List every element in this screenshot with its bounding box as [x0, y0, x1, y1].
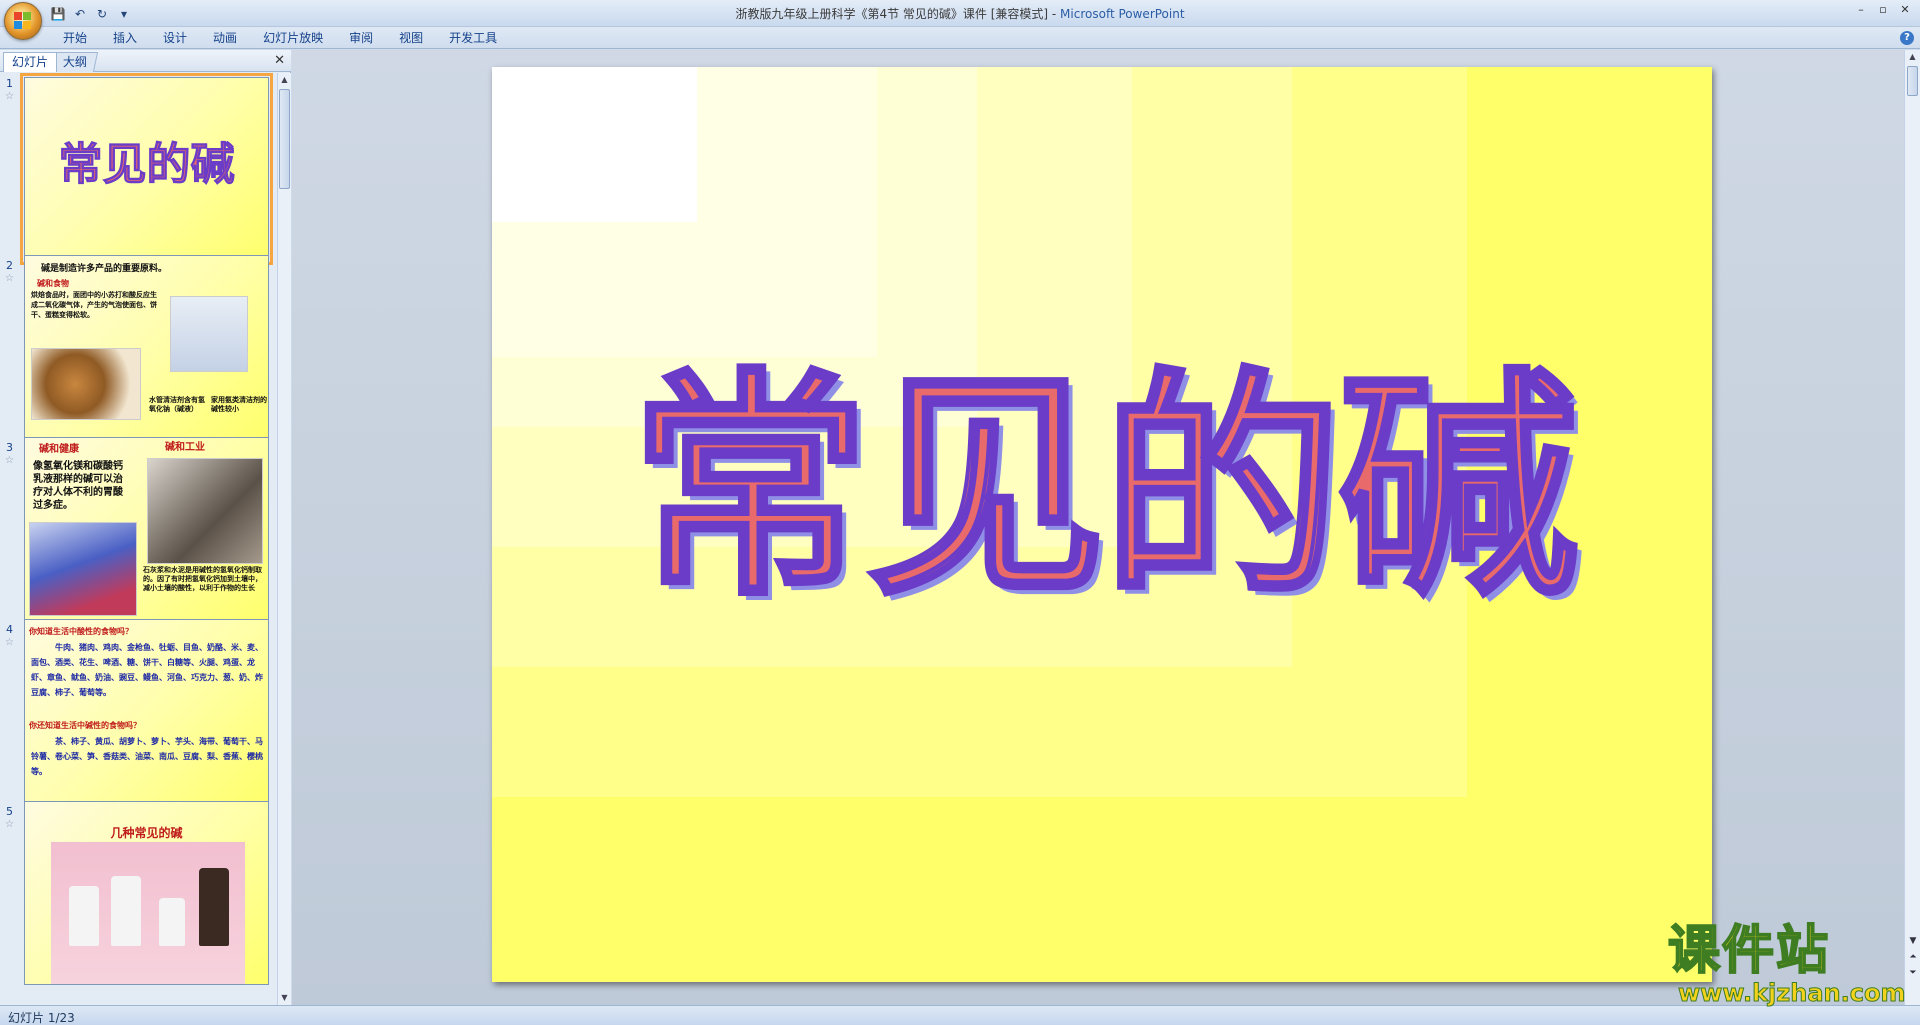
- ribbon-tabs: 开始 插入 设计 动画 幻灯片放映 审阅 视图 开发工具: [50, 29, 510, 48]
- slide-thumbnail[interactable]: 常见的碱: [20, 73, 273, 265]
- animation-star-icon: ☆: [5, 455, 14, 466]
- thumbnail-title: 几种常见的碱: [110, 826, 183, 840]
- tab-developer[interactable]: 开发工具: [436, 29, 510, 48]
- animation-star-icon: ☆: [5, 637, 14, 648]
- slide-editing-area: 常见的碱: [292, 50, 1904, 1005]
- thumbnail-question: 你还知道生活中碱性的食物吗？: [29, 721, 141, 730]
- slide-background-layer: [492, 67, 697, 222]
- app-name: Microsoft PowerPoint: [1060, 7, 1185, 21]
- watermark-url: www.kjzhan.com: [1677, 979, 1906, 1008]
- slide-thumbnail[interactable]: 几种常见的碱: [24, 801, 269, 985]
- close-button[interactable]: ✕: [1894, 1, 1916, 17]
- slide-title[interactable]: 常见的碱: [492, 365, 1712, 609]
- thumbnail-row[interactable]: 1 ☆ 常见的碱: [0, 73, 277, 265]
- scroll-down-icon[interactable]: ▼: [1906, 934, 1920, 948]
- thumbnail-subheading: 碱和食物: [37, 279, 69, 288]
- tab-animations[interactable]: 动画: [200, 29, 250, 48]
- title-bar: 💾 ↶ ↻ ▾ 浙教版九年级上册科学《第4节 常见的碱》课件 [兼容模式] - …: [0, 0, 1920, 27]
- slide-number: 2: [6, 259, 13, 272]
- watermark-logo: 课件站 www.kjzhan.com: [1667, 920, 1906, 1008]
- ribbon: 开始 插入 设计 动画 幻灯片放映 审阅 视图 开发工具 ?: [0, 27, 1920, 49]
- slide-number: 1: [6, 77, 13, 90]
- slide-counter: 幻灯片 1/23: [8, 1011, 75, 1025]
- tab-slideshow[interactable]: 幻灯片放映: [250, 29, 336, 48]
- tab-view[interactable]: 视图: [386, 29, 436, 48]
- thumbnail-image: [51, 842, 245, 984]
- animation-star-icon: ☆: [5, 91, 14, 102]
- slides-pane: 大纲 幻灯片 ✕ 1 ☆ 常见的碱 2 ☆ 碱是制造许多产品的重要原料。 碱和食…: [0, 50, 291, 1005]
- restore-button[interactable]: ▫: [1872, 1, 1894, 17]
- thumbnail-caption: 家用氨类清洁剂的碱性较小: [211, 396, 267, 413]
- slide-thumbnail[interactable]: 碱是制造许多产品的重要原料。 碱和食物 烘焙食品时，面团中的小苏打和酸反应生成二…: [24, 255, 269, 439]
- animation-star-icon: ☆: [5, 819, 14, 830]
- tab-home[interactable]: 开始: [50, 29, 100, 48]
- status-bar: 幻灯片 1/23: [0, 1005, 1920, 1025]
- office-logo-icon: [14, 12, 32, 30]
- tab-outline-label: 大纲: [62, 55, 87, 69]
- tab-design[interactable]: 设计: [150, 29, 200, 48]
- thumbnail-image: [29, 522, 137, 616]
- slide-number: 5: [6, 805, 13, 818]
- thumbnail-question: 你知道生活中酸性的食物吗？: [29, 627, 133, 636]
- tab-slides[interactable]: 幻灯片: [3, 52, 58, 72]
- thumbnail-image: [147, 458, 263, 564]
- help-icon[interactable]: ?: [1900, 31, 1914, 45]
- scroll-up-icon[interactable]: ▲: [1906, 50, 1919, 64]
- thumbnail-list: 1 ☆ 常见的碱 2 ☆ 碱是制造许多产品的重要原料。 碱和食物 烘焙食品时，面…: [0, 73, 277, 1005]
- slide-number: 4: [6, 623, 13, 636]
- thumbnail-row[interactable]: 2 ☆ 碱是制造许多产品的重要原料。 碱和食物 烘焙食品时，面团中的小苏打和酸反…: [0, 255, 277, 445]
- previous-slide-icon[interactable]: ⏶: [1906, 950, 1920, 964]
- watermark-brand: 课件站: [1667, 920, 1831, 981]
- scroll-up-icon[interactable]: ▲: [278, 73, 291, 87]
- thumbnail-scrollbar[interactable]: ▲ ▼: [277, 73, 291, 1005]
- thumbnail-row[interactable]: 3 ☆ 碱和健康 碱和工业 像氢氧化镁和碳酸钙乳液那样的碱可以治疗对人体不利的胃…: [0, 437, 277, 627]
- thumbnail-answer: 茶、柿子、黄瓜、胡萝卜、萝卜、芋头、海带、葡萄干、马铃薯、卷心菜、笋、香菇类、油…: [31, 737, 263, 776]
- scrollbar-thumb[interactable]: [279, 89, 290, 189]
- thumbnail-row[interactable]: 5 ☆ 几种常见的碱: [0, 801, 277, 991]
- current-slide[interactable]: 常见的碱: [492, 67, 1712, 982]
- tab-insert[interactable]: 插入: [100, 29, 150, 48]
- thumbnail-title: 常见的碱: [58, 139, 235, 191]
- thumbnail-image: [170, 296, 248, 372]
- scrollbar-thumb[interactable]: [1907, 66, 1918, 96]
- next-slide-icon[interactable]: ⏷: [1906, 966, 1920, 980]
- pane-tabs: 大纲 幻灯片 ✕: [0, 50, 291, 72]
- animation-star-icon: ☆: [5, 273, 14, 284]
- thumbnail-subheading: 碱和工业: [165, 442, 205, 453]
- scroll-down-icon[interactable]: ▼: [278, 991, 291, 1005]
- slide-scrollbar[interactable]: ▲ ▼ ⏶ ⏷: [1904, 50, 1920, 1005]
- thumbnail-answer: 牛肉、猪肉、鸡肉、金枪鱼、牡蛎、目鱼、奶酪、米、麦、面包、酒类、花生、啤酒、糖、…: [31, 643, 263, 697]
- thumbnail-image: [31, 348, 141, 420]
- thumbnail-caption: 石灰浆和水泥是用碱性的氢氧化钙制取的。因了有时把氢氧化钙加到土壤中，减小土壤的酸…: [143, 566, 262, 592]
- slide-thumbnail[interactable]: 碱和健康 碱和工业 像氢氧化镁和碳酸钙乳液那样的碱可以治疗对人体不利的胃酸过多症…: [24, 437, 269, 621]
- tab-outline[interactable]: 大纲: [51, 52, 99, 72]
- pane-close-icon[interactable]: ✕: [274, 53, 285, 68]
- slide-number: 3: [6, 441, 13, 454]
- thumbnail-body: 烘焙食品时，面团中的小苏打和酸反应生成二氧化碳气体，产生的气泡使面包、饼干、蛋糕…: [31, 291, 157, 319]
- office-button[interactable]: [4, 2, 42, 40]
- tab-review[interactable]: 审阅: [336, 29, 386, 48]
- thumbnail-heading: 碱是制造许多产品的重要原料。: [41, 264, 168, 274]
- thumbnail-row[interactable]: 4 ☆ 你知道生活中酸性的食物吗？ 牛肉、猪肉、鸡肉、金枪鱼、牡蛎、目鱼、奶酪、…: [0, 619, 277, 809]
- window-controls: – ▫ ✕: [1850, 1, 1916, 17]
- thumbnail-subheading: 碱和健康: [39, 444, 79, 455]
- slide-thumbnail[interactable]: 你知道生活中酸性的食物吗？ 牛肉、猪肉、鸡肉、金枪鱼、牡蛎、目鱼、奶酪、米、麦、…: [24, 619, 269, 803]
- thumbnail-body: 像氢氧化镁和碳酸钙乳液那样的碱可以治疗对人体不利的胃酸过多症。: [33, 461, 123, 511]
- document-title: 浙教版九年级上册科学《第4节 常见的碱》课件 [兼容模式] -: [735, 7, 1061, 21]
- window-title: 浙教版九年级上册科学《第4节 常见的碱》课件 [兼容模式] - Microsof…: [0, 5, 1920, 22]
- thumbnail-caption: 水管清洁剂含有氢氧化钠（碱液）: [149, 396, 205, 413]
- minimize-button[interactable]: –: [1850, 1, 1872, 17]
